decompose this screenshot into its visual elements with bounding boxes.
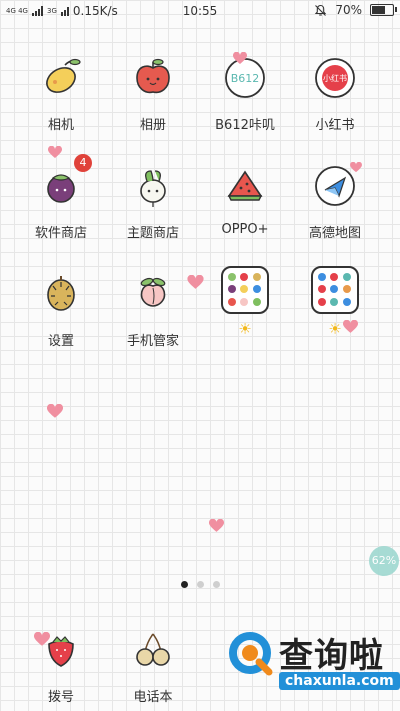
dock-app-dialer[interactable]: 拨号	[16, 624, 106, 705]
watermark-url: chaxunla.com	[279, 672, 400, 690]
cherry-icon	[136, 633, 170, 666]
page-dot[interactable]	[180, 581, 188, 588]
folder-icon	[311, 266, 359, 314]
xiaohongshu-icon: 小红书	[315, 58, 355, 98]
dock-app-contacts[interactable]: 电话本	[108, 624, 198, 705]
heart-icon	[47, 404, 63, 418]
app-settings[interactable]: 设置	[16, 268, 106, 349]
heart-icon	[48, 146, 62, 158]
app-label: 相册	[139, 118, 166, 133]
app-label: 主题商店	[126, 226, 179, 241]
app-label: OPPO+	[221, 222, 269, 237]
app-label: 拨号	[47, 690, 74, 705]
watermark-title: 查询啦	[279, 636, 384, 676]
durian-icon	[47, 276, 75, 311]
page-dot[interactable]	[212, 581, 220, 588]
app-oppo-plus[interactable]: OPPO+	[200, 160, 290, 237]
strawberry-icon	[48, 636, 74, 667]
apple-icon	[136, 58, 170, 94]
b612-icon-text: B612	[231, 72, 260, 85]
sun-icon: ☀	[238, 320, 252, 338]
app-label: B612咔叽	[215, 118, 275, 133]
page-indicator[interactable]	[0, 581, 400, 588]
status-right: 70%	[314, 3, 397, 17]
heart-icon	[343, 320, 358, 333]
battery-icon	[370, 4, 397, 16]
folder-1[interactable]: ☀	[200, 264, 290, 338]
app-label: 小红书	[315, 118, 355, 133]
app-label: 电话本	[133, 690, 173, 705]
sun-icon: ☀	[328, 320, 342, 338]
app-label: 高德地图	[308, 226, 361, 241]
heart-icon	[350, 162, 362, 173]
app-camera[interactable]: 相机	[16, 52, 106, 133]
app-gallery[interactable]: 相册	[108, 52, 198, 133]
app-label: 设置	[47, 334, 74, 349]
status-bar: 4G 4G 3G 0.15K/s 10:55 70%	[0, 0, 400, 22]
floating-ball[interactable]: 62%	[369, 546, 399, 576]
peach-icon	[140, 277, 166, 307]
notification-badge: 4	[74, 154, 92, 172]
battery-percent: 70%	[335, 3, 362, 17]
heart-icon	[209, 519, 224, 532]
magnifier-logo-icon	[229, 632, 273, 676]
app-label: 软件商店	[34, 226, 87, 241]
radish-icon	[140, 170, 166, 207]
app-label: 相机	[47, 118, 74, 133]
watermark-logo: 查询啦 chaxunla.com	[221, 624, 400, 704]
app-phone-manager[interactable]: 手机管家	[108, 268, 198, 349]
page-dot[interactable]	[196, 581, 204, 588]
mute-bell-icon	[315, 4, 327, 16]
heart-icon	[233, 52, 247, 64]
app-xiaohongshu[interactable]: 小红书 小红书	[290, 52, 380, 133]
app-software-store[interactable]: 4 软件商店	[16, 154, 106, 241]
mango-icon	[46, 58, 81, 93]
app-amap[interactable]: 高德地图	[290, 160, 380, 241]
folder-2[interactable]: ☀	[290, 264, 380, 338]
app-theme-store[interactable]: 主题商店	[108, 160, 198, 241]
xiaohongshu-icon-text: 小红书	[323, 73, 347, 83]
app-label: 手机管家	[126, 334, 179, 349]
heart-icon	[187, 275, 204, 289]
folder-icon	[221, 266, 269, 314]
watermelon-icon	[227, 170, 263, 201]
